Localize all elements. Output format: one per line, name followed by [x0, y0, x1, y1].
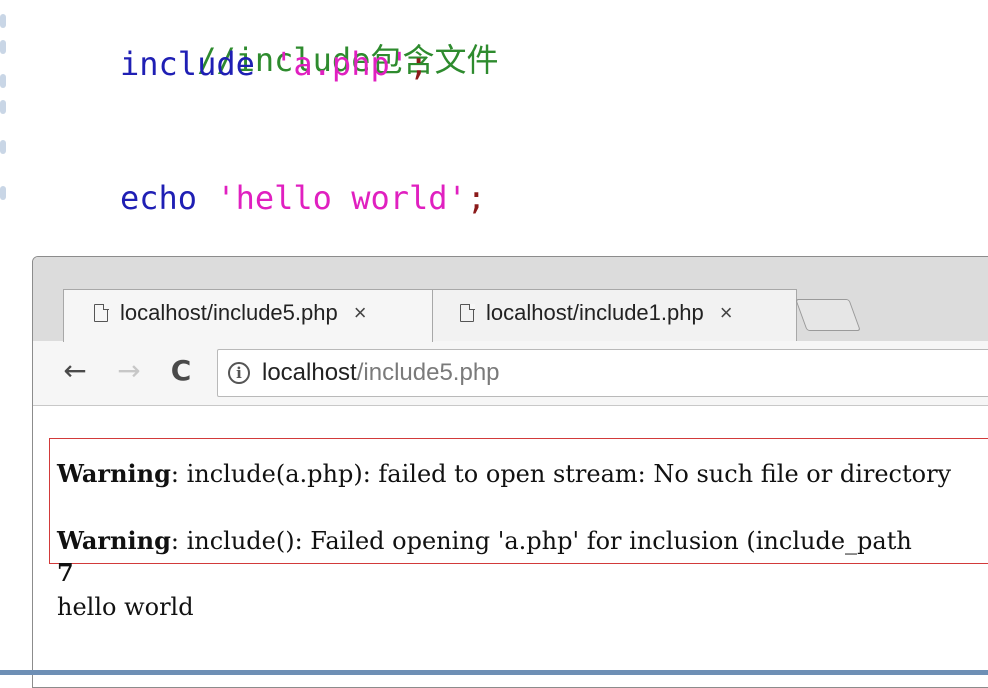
gutter-marker — [0, 14, 6, 28]
gutter-marker — [0, 100, 6, 114]
info-icon[interactable]: i — [228, 362, 250, 384]
tab-include1[interactable]: localhost/include1.php × — [429, 289, 797, 342]
output-echo: hello world — [57, 593, 194, 621]
warning-label: Warning — [57, 459, 171, 488]
tab-title: localhost/include1.php — [486, 300, 704, 325]
output-number: 7 — [57, 558, 74, 587]
code-keyword-include: include — [120, 45, 255, 83]
close-icon[interactable]: × — [720, 300, 733, 326]
gutter-marker — [0, 186, 6, 200]
url-host: localhost — [262, 359, 357, 386]
tab-title: localhost/include5.php — [120, 300, 338, 325]
tab-strip: localhost/include5.php × localhost/inclu… — [33, 257, 988, 342]
new-tab-button[interactable] — [795, 299, 861, 331]
warning-text: : include(a.php): failed to open stream:… — [170, 460, 952, 488]
gutter-marker — [0, 140, 6, 154]
page-icon — [94, 303, 109, 322]
warning-line: Warning: include(a.php): failed to open … — [57, 459, 951, 489]
browser-window: localhost/include5.php × localhost/inclu… — [32, 256, 988, 688]
tab-include5[interactable]: localhost/include5.php × — [63, 289, 433, 342]
page-content: Warning: include(a.php): failed to open … — [33, 406, 988, 686]
code-keyword-echo: echo — [120, 179, 198, 217]
code-editor[interactable]: //include包含文件 include 'a.php'; echo 'hel… — [0, 0, 988, 255]
warning-line: Warning: include(): Failed opening 'a.ph… — [57, 526, 912, 556]
address-bar[interactable]: i localhost/include5.php — [217, 349, 988, 397]
code-string-filename: 'a.php' — [274, 45, 409, 83]
back-arrow-icon[interactable]: ← — [59, 355, 91, 387]
code-line-echo: echo 'hello world'; — [120, 178, 486, 218]
browser-toolbar: ← → C i localhost/include5.php — [33, 341, 988, 406]
code-string-hello: 'hello world' — [216, 179, 467, 217]
url-path: /include5.php — [356, 359, 500, 386]
code-line-include: include 'a.php'; — [120, 44, 428, 84]
gutter-marker — [0, 40, 6, 54]
reload-icon[interactable]: C — [165, 355, 197, 387]
warning-text: : include(): Failed opening 'a.php' for … — [170, 527, 912, 555]
warning-label: Warning — [57, 526, 171, 555]
code-semicolon: ; — [466, 179, 487, 217]
code-semicolon: ; — [408, 45, 429, 83]
page-icon — [460, 303, 475, 322]
gutter-marker — [0, 74, 6, 88]
taskbar-edge — [0, 670, 988, 675]
forward-arrow-icon[interactable]: → — [113, 355, 145, 387]
close-icon[interactable]: × — [354, 300, 367, 326]
